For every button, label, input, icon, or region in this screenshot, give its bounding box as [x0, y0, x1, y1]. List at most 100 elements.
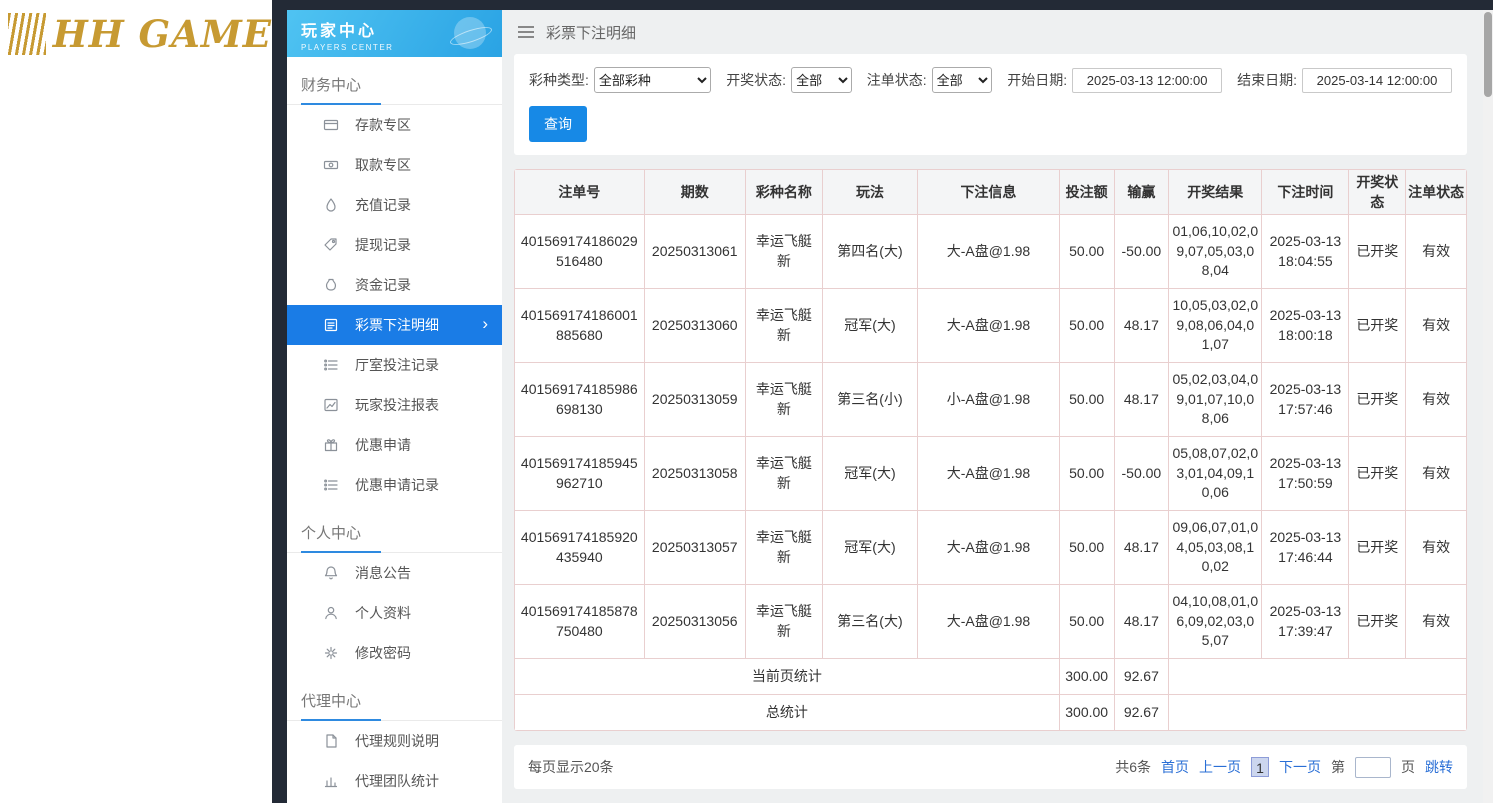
- column-header-period: 期数: [644, 170, 745, 215]
- sidebar-item-cashout[interactable]: 提现记录: [287, 225, 502, 265]
- cell-draw-result: 05,02,03,04,09,01,07,10,08,06: [1169, 363, 1262, 437]
- cell-lottery-name: 幸运飞艇新: [745, 511, 822, 585]
- sidebar-item-label: 优惠申请: [355, 435, 411, 455]
- sidebar-item-bell[interactable]: 消息公告: [287, 553, 502, 593]
- cell-lottery-name: 幸运飞艇新: [745, 215, 822, 289]
- column-header-lottery-name: 彩种名称: [745, 170, 822, 215]
- cell-bet-info: 大-A盘@1.98: [918, 585, 1060, 659]
- draw-status-select[interactable]: 全部: [791, 67, 852, 93]
- cell-draw-status: 已开奖: [1349, 585, 1406, 659]
- gear-icon: [323, 645, 341, 661]
- left-panel: HH GAME: [0, 0, 272, 803]
- draw-status-label: 开奖状态:: [726, 70, 786, 90]
- bet-detail-icon: [323, 317, 341, 333]
- jump-button[interactable]: 跳转: [1425, 757, 1453, 777]
- cell-bet-amount: 50.00: [1059, 437, 1114, 511]
- cell-bet-status: 有效: [1406, 437, 1467, 511]
- start-date-label: 开始日期:: [1007, 70, 1067, 90]
- summary-bet-total: 300.00: [1059, 659, 1114, 695]
- jump-suffix-text: 页: [1401, 757, 1415, 777]
- next-page-link[interactable]: 下一页: [1279, 757, 1321, 777]
- sidebar-item-hall-bet[interactable]: 厅室投注记录: [287, 345, 502, 385]
- dark-side-rail: [272, 0, 287, 803]
- sidebar-item-label: 提现记录: [355, 235, 411, 255]
- start-date-input[interactable]: [1072, 68, 1222, 93]
- cell-bet-info: 大-A盘@1.98: [918, 289, 1060, 363]
- page-size-text: 每页显示20条: [528, 757, 614, 777]
- lottery-type-select[interactable]: 全部彩种: [594, 67, 711, 93]
- stats-icon: [323, 773, 341, 789]
- summary-empty-cell: [1169, 695, 1467, 731]
- sidebar-item-label: 取款专区: [355, 155, 411, 175]
- cell-draw-status: 已开奖: [1349, 511, 1406, 585]
- column-header-win-loss: 输赢: [1114, 170, 1169, 215]
- cell-bet-info: 大-A盘@1.98: [918, 511, 1060, 585]
- first-page-link[interactable]: 首页: [1161, 757, 1189, 777]
- column-header-bet-no: 注单号: [515, 170, 645, 215]
- cell-win-loss: 48.17: [1114, 289, 1169, 363]
- sidebar-item-deposit[interactable]: 存款专区: [287, 105, 502, 145]
- sidebar-item-label: 消息公告: [355, 563, 411, 583]
- current-page-indicator[interactable]: 1: [1251, 757, 1269, 777]
- scrollbar-thumb[interactable]: [1484, 12, 1492, 97]
- table-head: 注单号期数彩种名称玩法下注信息投注额输赢开奖结果下注时间开奖状态注单状态: [515, 170, 1467, 215]
- page-jump-input[interactable]: [1355, 757, 1391, 778]
- column-header-play-method: 玩法: [822, 170, 917, 215]
- cell-draw-status: 已开奖: [1349, 289, 1406, 363]
- sidebar: 玩家中心 PLAYERS CENTER 财务中心存款专区取款专区充值记录提现记录…: [287, 10, 502, 803]
- sidebar-item-user[interactable]: 个人资料: [287, 593, 502, 633]
- sidebar-item-doc[interactable]: 代理规则说明: [287, 721, 502, 761]
- sidebar-item-promo[interactable]: 优惠申请: [287, 425, 502, 465]
- dark-top-bar: [272, 0, 1493, 10]
- prev-page-link[interactable]: 上一页: [1199, 757, 1241, 777]
- cell-bet-amount: 50.00: [1059, 289, 1114, 363]
- cell-bet-status: 有效: [1406, 511, 1467, 585]
- cell-period: 20250313056: [644, 585, 745, 659]
- sidebar-item-recharge[interactable]: 充值记录: [287, 185, 502, 225]
- sidebar-item-gear[interactable]: 修改密码: [287, 633, 502, 673]
- jump-prefix-text: 第: [1331, 757, 1345, 777]
- cell-bet-time: 2025-03-13 18:04:55: [1262, 215, 1349, 289]
- summary-label: 当前页统计: [515, 659, 1060, 695]
- column-header-draw-status: 开奖状态: [1349, 170, 1406, 215]
- query-button[interactable]: 查询: [529, 106, 587, 142]
- total-summary-row: 总统计300.0092.67: [515, 695, 1467, 731]
- sidebar-item-label: 代理规则说明: [355, 731, 439, 751]
- sidebar-item-funds[interactable]: 资金记录: [287, 265, 502, 305]
- table-body: 40156917418602951648020250313061幸运飞艇新第四名…: [515, 215, 1467, 731]
- cell-lottery-name: 幸运飞艇新: [745, 437, 822, 511]
- recharge-icon: [323, 197, 341, 213]
- menu-toggle-icon[interactable]: [518, 23, 534, 41]
- summary-winloss-total: 92.67: [1114, 695, 1169, 731]
- scrollbar-track[interactable]: [1483, 10, 1493, 803]
- sidebar-item-label: 彩票下注明细: [355, 315, 439, 335]
- sidebar-item-label: 资金记录: [355, 275, 411, 295]
- cell-play-method: 第三名(小): [822, 363, 917, 437]
- summary-label: 总统计: [515, 695, 1060, 731]
- summary-empty-cell: [1169, 659, 1467, 695]
- sidebar-item-stats[interactable]: 代理团队统计: [287, 761, 502, 801]
- logo-stripes-icon: [8, 13, 46, 55]
- cell-period: 20250313058: [644, 437, 745, 511]
- bet-status-select[interactable]: 全部: [932, 67, 993, 93]
- sidebar-item-withdraw[interactable]: 取款专区: [287, 145, 502, 185]
- cell-draw-result: 05,08,07,02,03,01,04,09,10,06: [1169, 437, 1262, 511]
- end-date-input[interactable]: [1302, 68, 1452, 93]
- sidebar-section-title: 代理中心: [287, 673, 502, 721]
- cell-play-method: 第三名(大): [822, 585, 917, 659]
- chevron-right-icon: ›: [482, 314, 488, 334]
- page-title: 彩票下注明细: [546, 22, 636, 43]
- sidebar-item-label: 个人资料: [355, 603, 411, 623]
- table-row: 40156917418587875048020250313056幸运飞艇新第三名…: [515, 585, 1467, 659]
- cell-bet-time: 2025-03-13 17:50:59: [1262, 437, 1349, 511]
- cell-win-loss: -50.00: [1114, 215, 1169, 289]
- table-row: 40156917418600188568020250313060幸运飞艇新冠军(…: [515, 289, 1467, 363]
- sidebar-item-promo-record[interactable]: 优惠申请记录: [287, 465, 502, 505]
- sidebar-item-bet-detail[interactable]: 彩票下注明细 ›: [287, 305, 502, 345]
- user-icon: [323, 605, 341, 621]
- end-date-label: 结束日期:: [1237, 70, 1297, 90]
- bet-status-label: 注单状态:: [867, 70, 927, 90]
- deposit-icon: [323, 117, 341, 133]
- current-page-summary-row: 当前页统计300.0092.67: [515, 659, 1467, 695]
- sidebar-item-report[interactable]: 玩家投注报表: [287, 385, 502, 425]
